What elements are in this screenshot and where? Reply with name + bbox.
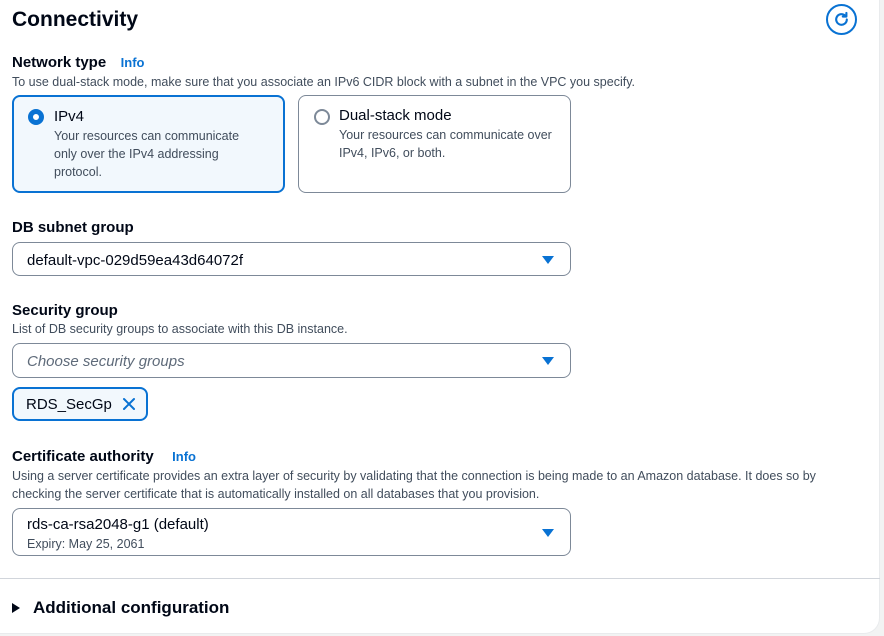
- certificate-authority-info-link[interactable]: Info: [172, 449, 196, 464]
- dual-stack-option-description: Your resources can communicate over IPv4…: [339, 128, 552, 160]
- db-subnet-group-label: DB subnet group: [12, 219, 134, 236]
- token-label: RDS_SecGp: [26, 395, 112, 413]
- certificate-authority-expiry: Expiry: May 25, 2061: [27, 537, 145, 551]
- additional-configuration-label: Additional configuration: [33, 598, 230, 617]
- network-type-label: Network type: [12, 54, 107, 71]
- security-group-placeholder: Choose security groups: [27, 353, 185, 370]
- security-group-description: List of DB security groups to associate …: [12, 322, 348, 336]
- network-type-header: Network type Info: [12, 53, 144, 73]
- caret-right-icon: [12, 603, 20, 613]
- security-group-label: Security group: [12, 302, 118, 319]
- certificate-authority-header: Certificate authority Info: [12, 447, 196, 467]
- certificate-authority-label: Certificate authority: [12, 448, 154, 465]
- certificate-authority-select[interactable]: rds-ca-rsa2048-g1 (default) Expiry: May …: [12, 508, 571, 556]
- ipv4-option-title: IPv4: [54, 108, 85, 125]
- certificate-authority-description: Using a server certificate provides an e…: [12, 469, 816, 501]
- refresh-icon: [835, 11, 848, 26]
- section-title: Connectivity: [12, 8, 139, 31]
- network-type-option-dual-stack[interactable]: Dual-stack mode Your resources can commu…: [298, 95, 571, 193]
- ipv4-option-description: Your resources can communicate only over…: [54, 129, 240, 179]
- network-type-description: To use dual-stack mode, make sure that y…: [12, 75, 635, 89]
- remove-token-icon[interactable]: [122, 397, 136, 411]
- dual-stack-radio[interactable]: [314, 109, 330, 125]
- security-group-select[interactable]: Choose security groups: [12, 343, 571, 378]
- caret-down-icon: [542, 256, 554, 264]
- connectivity-panel: Connectivity Network type Info To use du…: [0, 0, 880, 634]
- additional-configuration-expander[interactable]: Additional configuration: [12, 598, 229, 618]
- network-type-option-ipv4[interactable]: IPv4 Your resources can communicate only…: [12, 95, 285, 193]
- caret-down-icon: [542, 529, 554, 537]
- divider: [0, 578, 880, 579]
- db-subnet-group-select[interactable]: default-vpc-029d59ea43d64072f: [12, 242, 571, 276]
- dual-stack-option-title: Dual-stack mode: [339, 107, 452, 124]
- db-subnet-group-value: default-vpc-029d59ea43d64072f: [27, 252, 244, 269]
- refresh-button[interactable]: [826, 4, 857, 35]
- certificate-authority-value: rds-ca-rsa2048-g1 (default): [27, 516, 209, 533]
- caret-down-icon: [542, 357, 554, 365]
- ipv4-radio[interactable]: [28, 109, 44, 125]
- security-group-token: RDS_SecGp: [12, 387, 148, 421]
- network-type-info-link[interactable]: Info: [121, 55, 145, 70]
